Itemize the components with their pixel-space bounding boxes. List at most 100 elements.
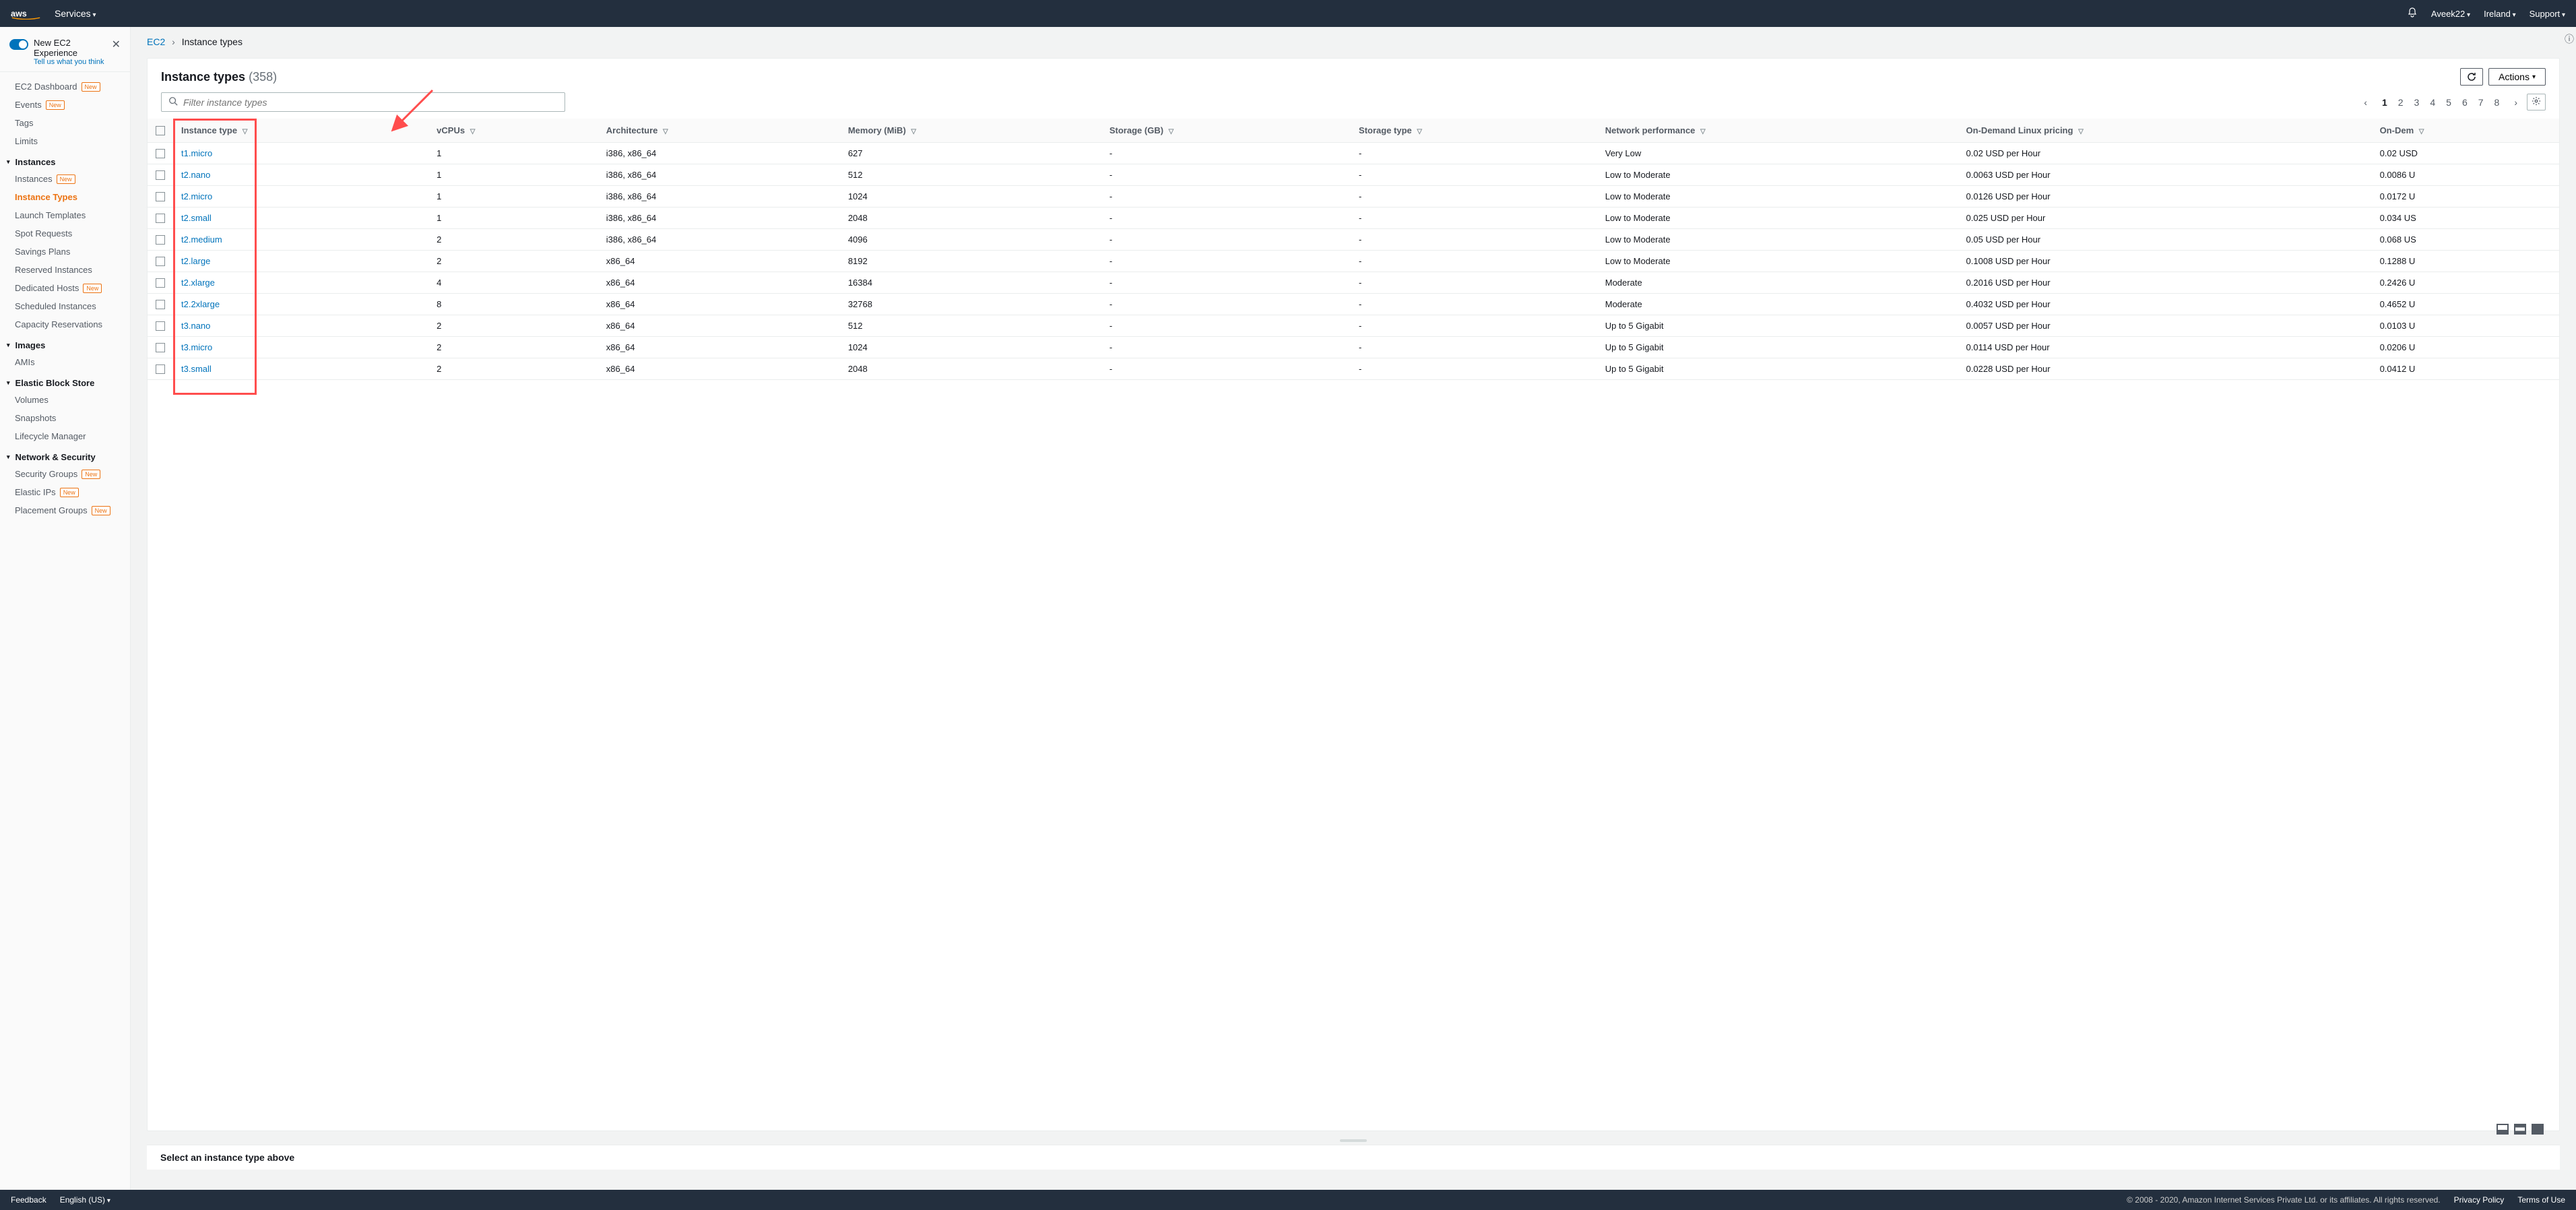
breadcrumb-root[interactable]: EC2 <box>147 36 165 47</box>
row-checkbox[interactable] <box>156 257 165 266</box>
sidebar-item-snapshots[interactable]: Snapshots <box>0 409 130 427</box>
actions-button[interactable]: Actions <box>2488 68 2546 86</box>
table-row[interactable]: t2.2xlarge8x86_6432768--Moderate0.4032 U… <box>148 294 2559 315</box>
sidebar-item-savings-plans[interactable]: Savings Plans <box>0 243 130 261</box>
row-checkbox[interactable] <box>156 321 165 331</box>
sidebar-item-spot-requests[interactable]: Spot Requests <box>0 224 130 243</box>
page-7[interactable]: 7 <box>2478 97 2484 108</box>
sidebar-item-dedicated-hosts[interactable]: Dedicated HostsNew <box>0 279 130 297</box>
page-next[interactable]: › <box>2514 97 2517 108</box>
page-2[interactable]: 2 <box>2398 97 2404 108</box>
sidebar-group-images[interactable]: Images <box>0 333 130 353</box>
instance-type-link[interactable]: t3.micro <box>181 342 212 352</box>
table-row[interactable]: t3.micro2x86_641024--Up to 5 Gigabit0.01… <box>148 337 2559 358</box>
table-row[interactable]: t1.micro1i386, x86_64627--Very Low0.02 U… <box>148 143 2559 164</box>
col-architecture[interactable]: Architecture ▽ <box>598 119 840 143</box>
col-storage-type[interactable]: Storage type ▽ <box>1351 119 1597 143</box>
instance-type-link[interactable]: t2.xlarge <box>181 278 215 288</box>
sidebar-item-lifecycle-manager[interactable]: Lifecycle Manager <box>0 427 130 445</box>
row-checkbox[interactable] <box>156 343 165 352</box>
terms-link[interactable]: Terms of Use <box>2517 1195 2565 1205</box>
row-checkbox[interactable] <box>156 235 165 245</box>
sidebar-item-tags[interactable]: Tags <box>0 114 130 132</box>
account-menu[interactable]: Aveek22 <box>2431 9 2470 19</box>
layout-bottom-icon[interactable] <box>2497 1124 2509 1135</box>
col-instance-type[interactable]: Instance type ▽ <box>173 119 428 143</box>
table-row[interactable]: t2.medium2i386, x86_644096--Low to Moder… <box>148 229 2559 251</box>
sidebar-item-elastic-ips[interactable]: Elastic IPsNew <box>0 483 130 501</box>
col-on-demand-linux-pricing[interactable]: On-Demand Linux pricing ▽ <box>1958 119 2372 143</box>
instance-type-link[interactable]: t2.small <box>181 213 212 223</box>
instance-type-link[interactable]: t2.micro <box>181 191 212 201</box>
row-checkbox[interactable] <box>156 278 165 288</box>
sidebar-group-elastic-block-store[interactable]: Elastic Block Store <box>0 371 130 391</box>
table-row[interactable]: t2.micro1i386, x86_641024--Low to Modera… <box>148 186 2559 208</box>
sidebar-item-limits[interactable]: Limits <box>0 132 130 150</box>
row-checkbox[interactable] <box>156 300 165 309</box>
page-5[interactable]: 5 <box>2446 97 2451 108</box>
sidebar-item-volumes[interactable]: Volumes <box>0 391 130 409</box>
page-3[interactable]: 3 <box>2414 97 2420 108</box>
row-checkbox[interactable] <box>156 214 165 223</box>
sidebar-item-security-groups[interactable]: Security GroupsNew <box>0 465 130 483</box>
aws-logo[interactable]: aws <box>11 7 41 20</box>
instance-type-link[interactable]: t2.medium <box>181 234 222 245</box>
filter-input[interactable] <box>183 97 558 108</box>
sidebar-item-amis[interactable]: AMIs <box>0 353 130 371</box>
table-row[interactable]: t2.small1i386, x86_642048--Low to Modera… <box>148 208 2559 229</box>
notifications-icon[interactable] <box>2407 7 2418 20</box>
new-experience-toggle[interactable] <box>9 39 28 50</box>
table-row[interactable]: t2.nano1i386, x86_64512--Low to Moderate… <box>148 164 2559 186</box>
row-checkbox[interactable] <box>156 192 165 201</box>
sidebar-item-reserved-instances[interactable]: Reserved Instances <box>0 261 130 279</box>
col-vcpus[interactable]: vCPUs ▽ <box>428 119 598 143</box>
sidebar-item-scheduled-instances[interactable]: Scheduled Instances <box>0 297 130 315</box>
sidebar-item-launch-templates[interactable]: Launch Templates <box>0 206 130 224</box>
feedback-link[interactable]: Feedback <box>11 1195 46 1205</box>
instance-type-link[interactable]: t1.micro <box>181 148 212 158</box>
layout-full-icon[interactable] <box>2532 1124 2544 1135</box>
sidebar-group-network-security[interactable]: Network & Security <box>0 445 130 465</box>
sidebar-item-events[interactable]: EventsNew <box>0 96 130 114</box>
select-all-checkbox[interactable] <box>156 126 165 135</box>
table-row[interactable]: t2.xlarge4x86_6416384--Moderate0.2016 US… <box>148 272 2559 294</box>
services-menu[interactable]: Services <box>55 8 96 19</box>
table-row[interactable]: t3.small2x86_642048--Up to 5 Gigabit0.02… <box>148 358 2559 380</box>
instance-type-link[interactable]: t3.small <box>181 364 212 374</box>
table-settings-button[interactable] <box>2527 94 2546 110</box>
refresh-button[interactable] <box>2460 68 2483 86</box>
instance-type-link[interactable]: t3.nano <box>181 321 210 331</box>
banner-close-icon[interactable]: ✕ <box>112 38 121 51</box>
sidebar-item-instances[interactable]: InstancesNew <box>0 170 130 188</box>
col-network-performance[interactable]: Network performance ▽ <box>1597 119 1958 143</box>
region-menu[interactable]: Ireland <box>2484 9 2516 19</box>
layout-split-icon[interactable] <box>2514 1124 2526 1135</box>
page-1[interactable]: 1 <box>2382 97 2387 108</box>
page-8[interactable]: 8 <box>2494 97 2500 108</box>
sidebar-item-capacity-reservations[interactable]: Capacity Reservations <box>0 315 130 333</box>
sidebar-group-instances[interactable]: Instances <box>0 150 130 170</box>
sidebar-item-ec2-dashboard[interactable]: EC2 DashboardNew <box>0 77 130 96</box>
table-row[interactable]: t3.nano2x86_64512--Up to 5 Gigabit0.0057… <box>148 315 2559 337</box>
table-row[interactable]: t2.large2x86_648192--Low to Moderate0.10… <box>148 251 2559 272</box>
col-on-dem[interactable]: On-Dem ▽ <box>2372 119 2559 143</box>
resize-grip[interactable] <box>1340 1139 1367 1142</box>
instance-type-link[interactable]: t2.nano <box>181 170 210 180</box>
page-prev[interactable]: ‹ <box>2364 97 2367 108</box>
privacy-link[interactable]: Privacy Policy <box>2454 1195 2505 1205</box>
language-selector[interactable]: English (US) <box>60 1195 110 1205</box>
row-checkbox[interactable] <box>156 149 165 158</box>
instance-type-link[interactable]: t2.2xlarge <box>181 299 220 309</box>
table-scroll[interactable]: Instance type ▽vCPUs ▽Architecture ▽Memo… <box>148 119 2559 1131</box>
col-storage-gb-[interactable]: Storage (GB) ▽ <box>1101 119 1351 143</box>
instance-type-link[interactable]: t2.large <box>181 256 210 266</box>
support-menu[interactable]: Support <box>2530 9 2565 19</box>
sidebar-item-placement-groups[interactable]: Placement GroupsNew <box>0 501 130 519</box>
row-checkbox[interactable] <box>156 170 165 180</box>
filter-input-wrapper[interactable] <box>161 92 565 112</box>
page-6[interactable]: 6 <box>2462 97 2468 108</box>
row-checkbox[interactable] <box>156 364 165 374</box>
info-panel-toggle[interactable]: ⓘ <box>2563 32 2576 46</box>
col-memory-mib-[interactable]: Memory (MiB) ▽ <box>840 119 1101 143</box>
banner-feedback-link[interactable]: Tell us what you think <box>34 58 106 66</box>
